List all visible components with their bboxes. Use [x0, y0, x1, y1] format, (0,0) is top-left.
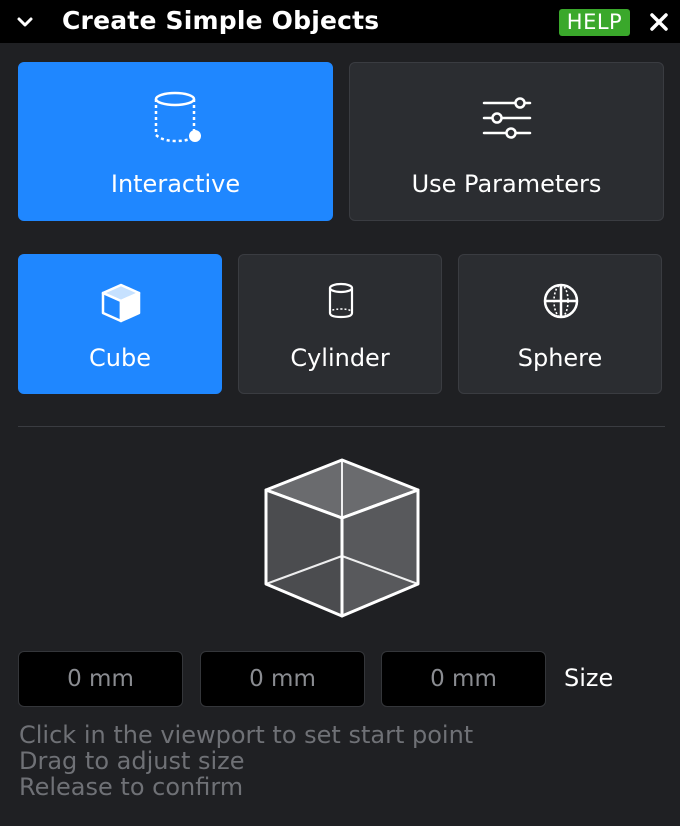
cylinder-drag-icon: [154, 91, 201, 143]
chevron-down-icon[interactable]: [16, 13, 34, 31]
hint-line: Release to confirm: [19, 773, 244, 801]
cube-preview-icon: [264, 458, 420, 618]
cube-shape-button[interactable]: Cube: [18, 254, 222, 394]
help-button[interactable]: HELP: [559, 9, 630, 36]
cube-shape-label: Cube: [89, 344, 151, 372]
size-z-field[interactable]: [381, 651, 546, 707]
size-y-field[interactable]: [200, 651, 365, 707]
cylinder-shape-button[interactable]: Cylinder: [238, 254, 442, 394]
size-label: Size: [564, 664, 614, 692]
panel-titlebar: Create Simple Objects HELP: [0, 0, 680, 43]
use-parameters-mode-label: Use Parameters: [411, 170, 602, 198]
hint-line: Drag to adjust size: [19, 747, 245, 775]
sliders-icon: [482, 97, 532, 139]
cylinder-icon: [328, 282, 354, 319]
size-x-field[interactable]: [18, 651, 183, 707]
sphere-icon: [543, 283, 579, 319]
sphere-shape-label: Sphere: [517, 344, 603, 372]
instruction-text: Click in the viewport to set start point…: [19, 722, 473, 800]
use-parameters-mode-button[interactable]: Use Parameters: [349, 62, 664, 221]
cube-icon: [101, 283, 141, 323]
cylinder-shape-label: Cylinder: [290, 344, 390, 372]
section-divider: [18, 426, 665, 427]
sphere-shape-button[interactable]: Sphere: [458, 254, 662, 394]
panel-title: Create Simple Objects: [62, 6, 380, 35]
interactive-mode-button[interactable]: Interactive: [18, 62, 333, 221]
close-icon[interactable]: [649, 12, 669, 32]
interactive-mode-label: Interactive: [110, 170, 241, 198]
hint-line: Click in the viewport to set start point: [19, 721, 474, 749]
